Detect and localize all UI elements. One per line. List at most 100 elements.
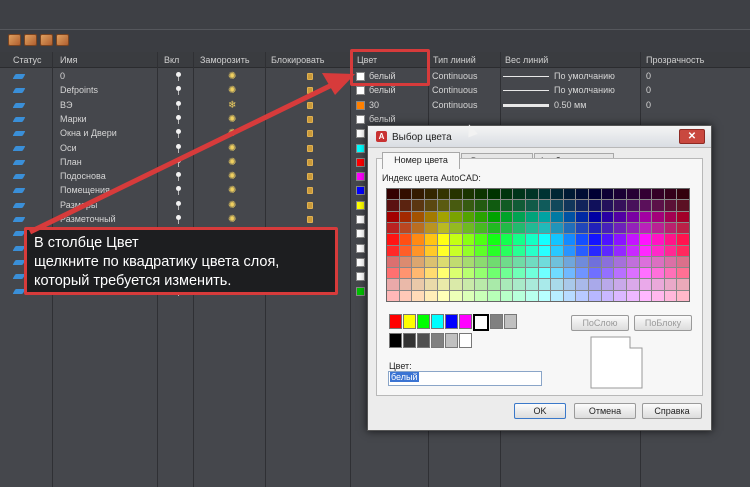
palette-swatch[interactable] — [652, 290, 664, 301]
palette-swatch[interactable] — [538, 268, 551, 279]
sun-icon[interactable]: ✺ — [228, 114, 236, 125]
palette-swatch[interactable] — [664, 200, 677, 211]
palette-swatch[interactable] — [614, 245, 626, 256]
palette-swatch[interactable] — [387, 256, 399, 268]
sun-icon[interactable]: ✺ — [228, 85, 236, 96]
palette-swatch[interactable] — [589, 279, 601, 290]
palette-swatch[interactable] — [450, 211, 462, 222]
standard-color-swatch[interactable] — [417, 314, 430, 329]
palette-swatch[interactable] — [500, 290, 513, 301]
palette-swatch[interactable] — [399, 279, 412, 290]
layer-name[interactable]: План — [60, 157, 82, 167]
palette-swatch[interactable] — [551, 279, 563, 290]
linetype[interactable]: Continuous — [432, 85, 478, 95]
palette-swatch[interactable] — [488, 245, 500, 256]
color-name[interactable]: белый — [369, 85, 396, 95]
status-icon[interactable] — [12, 131, 26, 137]
close-button[interactable]: ✕ — [679, 129, 705, 144]
palette-swatch[interactable] — [664, 234, 677, 245]
lightbulb-icon[interactable] — [176, 86, 181, 96]
palette-swatch[interactable] — [424, 189, 437, 200]
palette-swatch[interactable] — [513, 268, 525, 279]
palette-swatch[interactable] — [488, 234, 500, 245]
palette-swatch[interactable] — [614, 200, 626, 211]
palette-swatch[interactable] — [639, 189, 652, 200]
palette-swatch[interactable] — [412, 234, 424, 245]
palette-swatch[interactable] — [626, 200, 639, 211]
lock-icon[interactable] — [307, 144, 313, 152]
color-swatch[interactable] — [356, 243, 365, 253]
help-button[interactable]: Справка — [642, 403, 702, 419]
palette-swatch[interactable] — [551, 234, 563, 245]
palette-swatch[interactable] — [576, 234, 588, 245]
palette-swatch[interactable] — [626, 234, 639, 245]
palette-swatch[interactable] — [563, 222, 576, 234]
palette-swatch[interactable] — [488, 290, 500, 301]
lock-icon[interactable] — [307, 173, 313, 181]
status-icon[interactable] — [12, 217, 26, 222]
palette-swatch[interactable] — [513, 234, 525, 245]
palette-swatch[interactable] — [563, 256, 576, 268]
gray-color-swatch[interactable] — [417, 333, 430, 348]
palette-swatch[interactable] — [525, 222, 538, 234]
palette-swatch[interactable] — [538, 234, 551, 245]
palette-swatch[interactable] — [664, 189, 677, 200]
layer-name[interactable]: Марки — [60, 114, 87, 124]
palette-swatch[interactable] — [551, 290, 563, 301]
palette-swatch[interactable] — [626, 245, 639, 256]
lineweight[interactable]: 0.50 мм — [554, 100, 586, 110]
palette-swatch[interactable] — [589, 189, 601, 200]
palette-swatch[interactable] — [652, 279, 664, 290]
palette-swatch[interactable] — [399, 222, 412, 234]
palette-swatch[interactable] — [576, 256, 588, 268]
palette-swatch[interactable] — [576, 245, 588, 256]
palette-swatch[interactable] — [639, 211, 652, 222]
sun-icon[interactable]: ✺ — [228, 214, 236, 225]
palette-swatch[interactable] — [488, 200, 500, 211]
palette-swatch[interactable] — [488, 189, 500, 200]
palette-swatch[interactable] — [652, 222, 664, 234]
palette-swatch[interactable] — [437, 290, 450, 301]
palette-swatch[interactable] — [677, 200, 689, 211]
lock-icon[interactable] — [307, 201, 313, 209]
status-icon[interactable] — [12, 102, 26, 108]
standard-color-swatch[interactable] — [389, 314, 402, 329]
palette-swatch[interactable] — [437, 279, 450, 290]
palette-swatch[interactable] — [525, 290, 538, 301]
palette-swatch[interactable] — [450, 268, 462, 279]
palette-swatch[interactable] — [664, 256, 677, 268]
palette-swatch[interactable] — [525, 234, 538, 245]
palette-swatch[interactable] — [551, 268, 563, 279]
layer-name[interactable]: Окна и Двери — [60, 128, 117, 138]
col-freeze[interactable]: Заморозить — [200, 55, 250, 65]
lightbulb-icon[interactable] — [176, 100, 181, 110]
palette-swatch[interactable] — [399, 268, 412, 279]
palette-swatch[interactable] — [462, 245, 475, 256]
palette-swatch[interactable] — [475, 268, 487, 279]
palette-swatch[interactable] — [601, 222, 614, 234]
lightbulb-icon[interactable] — [176, 114, 181, 124]
palette-swatch[interactable] — [614, 268, 626, 279]
palette-swatch[interactable] — [652, 234, 664, 245]
palette-swatch[interactable] — [475, 211, 487, 222]
palette-swatch[interactable] — [576, 279, 588, 290]
palette-swatch[interactable] — [450, 189, 462, 200]
palette-swatch[interactable] — [601, 245, 614, 256]
palette-swatch[interactable] — [462, 222, 475, 234]
standard-color-swatch[interactable] — [473, 314, 489, 331]
palette-swatch[interactable] — [475, 189, 487, 200]
dialog-titlebar[interactable]: A Выбор цвета ✕ — [368, 126, 711, 148]
transparency[interactable]: 0 — [646, 85, 651, 95]
sun-icon[interactable]: ✺ — [228, 128, 236, 139]
palette-swatch[interactable] — [614, 234, 626, 245]
snowflake-icon[interactable]: ❄ — [228, 100, 236, 111]
sun-icon[interactable]: ✺ — [228, 71, 236, 82]
palette-swatch[interactable] — [538, 200, 551, 211]
color-swatch[interactable] — [356, 114, 365, 124]
standard-color-swatch[interactable] — [490, 314, 503, 329]
palette-swatch[interactable] — [513, 245, 525, 256]
status-icon[interactable] — [12, 174, 26, 180]
color-swatch[interactable] — [356, 215, 365, 224]
palette-swatch[interactable] — [589, 290, 601, 301]
palette-swatch[interactable] — [626, 279, 639, 290]
